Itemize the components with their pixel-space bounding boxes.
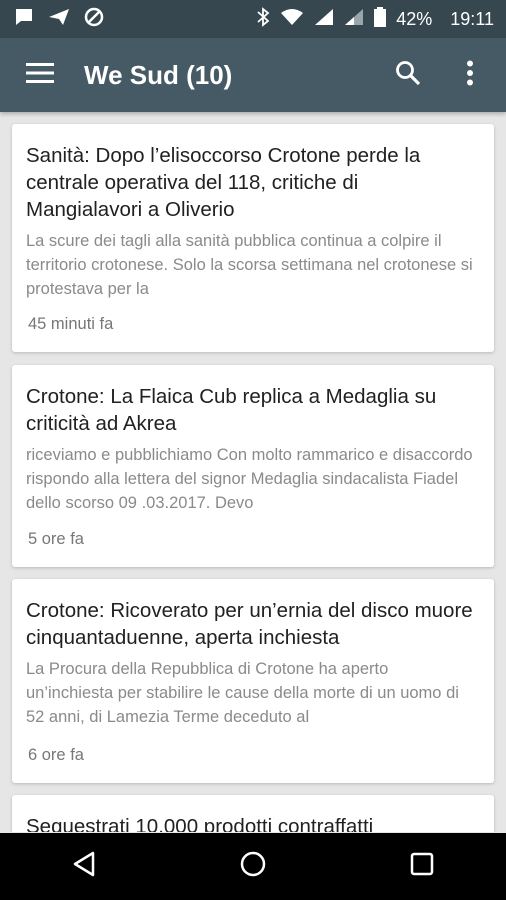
send-icon bbox=[48, 8, 70, 31]
back-icon bbox=[72, 851, 96, 882]
news-description: La scure dei tagli alla sanità pubblica … bbox=[26, 232, 473, 298]
news-feed[interactable]: Sanità: Dopo l’elisoccorso Crotone perde… bbox=[0, 112, 506, 832]
news-title: Crotone: Ricoverato per un’ernia del dis… bbox=[26, 599, 473, 649]
search-icon bbox=[395, 60, 421, 91]
recents-icon bbox=[410, 852, 434, 881]
system-nav-bar bbox=[0, 833, 506, 900]
clock: 19:11 bbox=[450, 8, 494, 29]
news-card[interactable]: Sequestrati 10.000 prodotti contraffatti bbox=[12, 795, 494, 832]
menu-icon bbox=[26, 62, 54, 89]
bluetooth-icon bbox=[256, 6, 270, 32]
menu-button[interactable] bbox=[18, 53, 62, 97]
blocked-icon bbox=[84, 7, 104, 32]
news-card[interactable]: Sanità: Dopo l’elisoccorso Crotone perde… bbox=[12, 124, 494, 352]
search-button[interactable] bbox=[386, 53, 430, 97]
news-card[interactable]: Crotone: La Flaica Cub replica a Medagli… bbox=[12, 365, 494, 567]
news-title: Sanità: Dopo l’elisoccorso Crotone perde… bbox=[26, 144, 421, 221]
wifi-icon bbox=[280, 8, 304, 31]
status-bar: 42% 19:11 bbox=[0, 0, 506, 38]
news-title: Crotone: La Flaica Cub replica a Medagli… bbox=[26, 385, 437, 435]
news-card[interactable]: Crotone: Ricoverato per un’ernia del dis… bbox=[12, 579, 494, 783]
app-title: We Sud (10) bbox=[84, 59, 233, 90]
home-button[interactable] bbox=[223, 837, 283, 897]
more-vert-icon bbox=[466, 60, 474, 91]
battery-text: 42% bbox=[396, 8, 433, 29]
signal-icon bbox=[314, 8, 334, 31]
news-title: Sequestrati 10.000 prodotti contraffatti bbox=[26, 815, 374, 832]
recents-button[interactable] bbox=[392, 837, 452, 897]
home-icon bbox=[239, 850, 267, 883]
news-description: riceviamo e pubblichiamo Con molto ramma… bbox=[26, 446, 473, 512]
news-time: 6 ore fa bbox=[28, 746, 84, 764]
signal-icon bbox=[344, 8, 364, 31]
news-time: 45 minuti fa bbox=[28, 315, 114, 333]
battery-icon bbox=[374, 6, 387, 32]
overflow-menu-button[interactable] bbox=[448, 53, 492, 97]
news-time: 5 ore fa bbox=[28, 530, 84, 548]
app-bar: We Sud (10) bbox=[0, 38, 506, 112]
notification-icon bbox=[14, 8, 34, 31]
back-button[interactable] bbox=[54, 837, 114, 897]
news-description: La Procura della Repubblica di Crotone h… bbox=[26, 660, 459, 726]
